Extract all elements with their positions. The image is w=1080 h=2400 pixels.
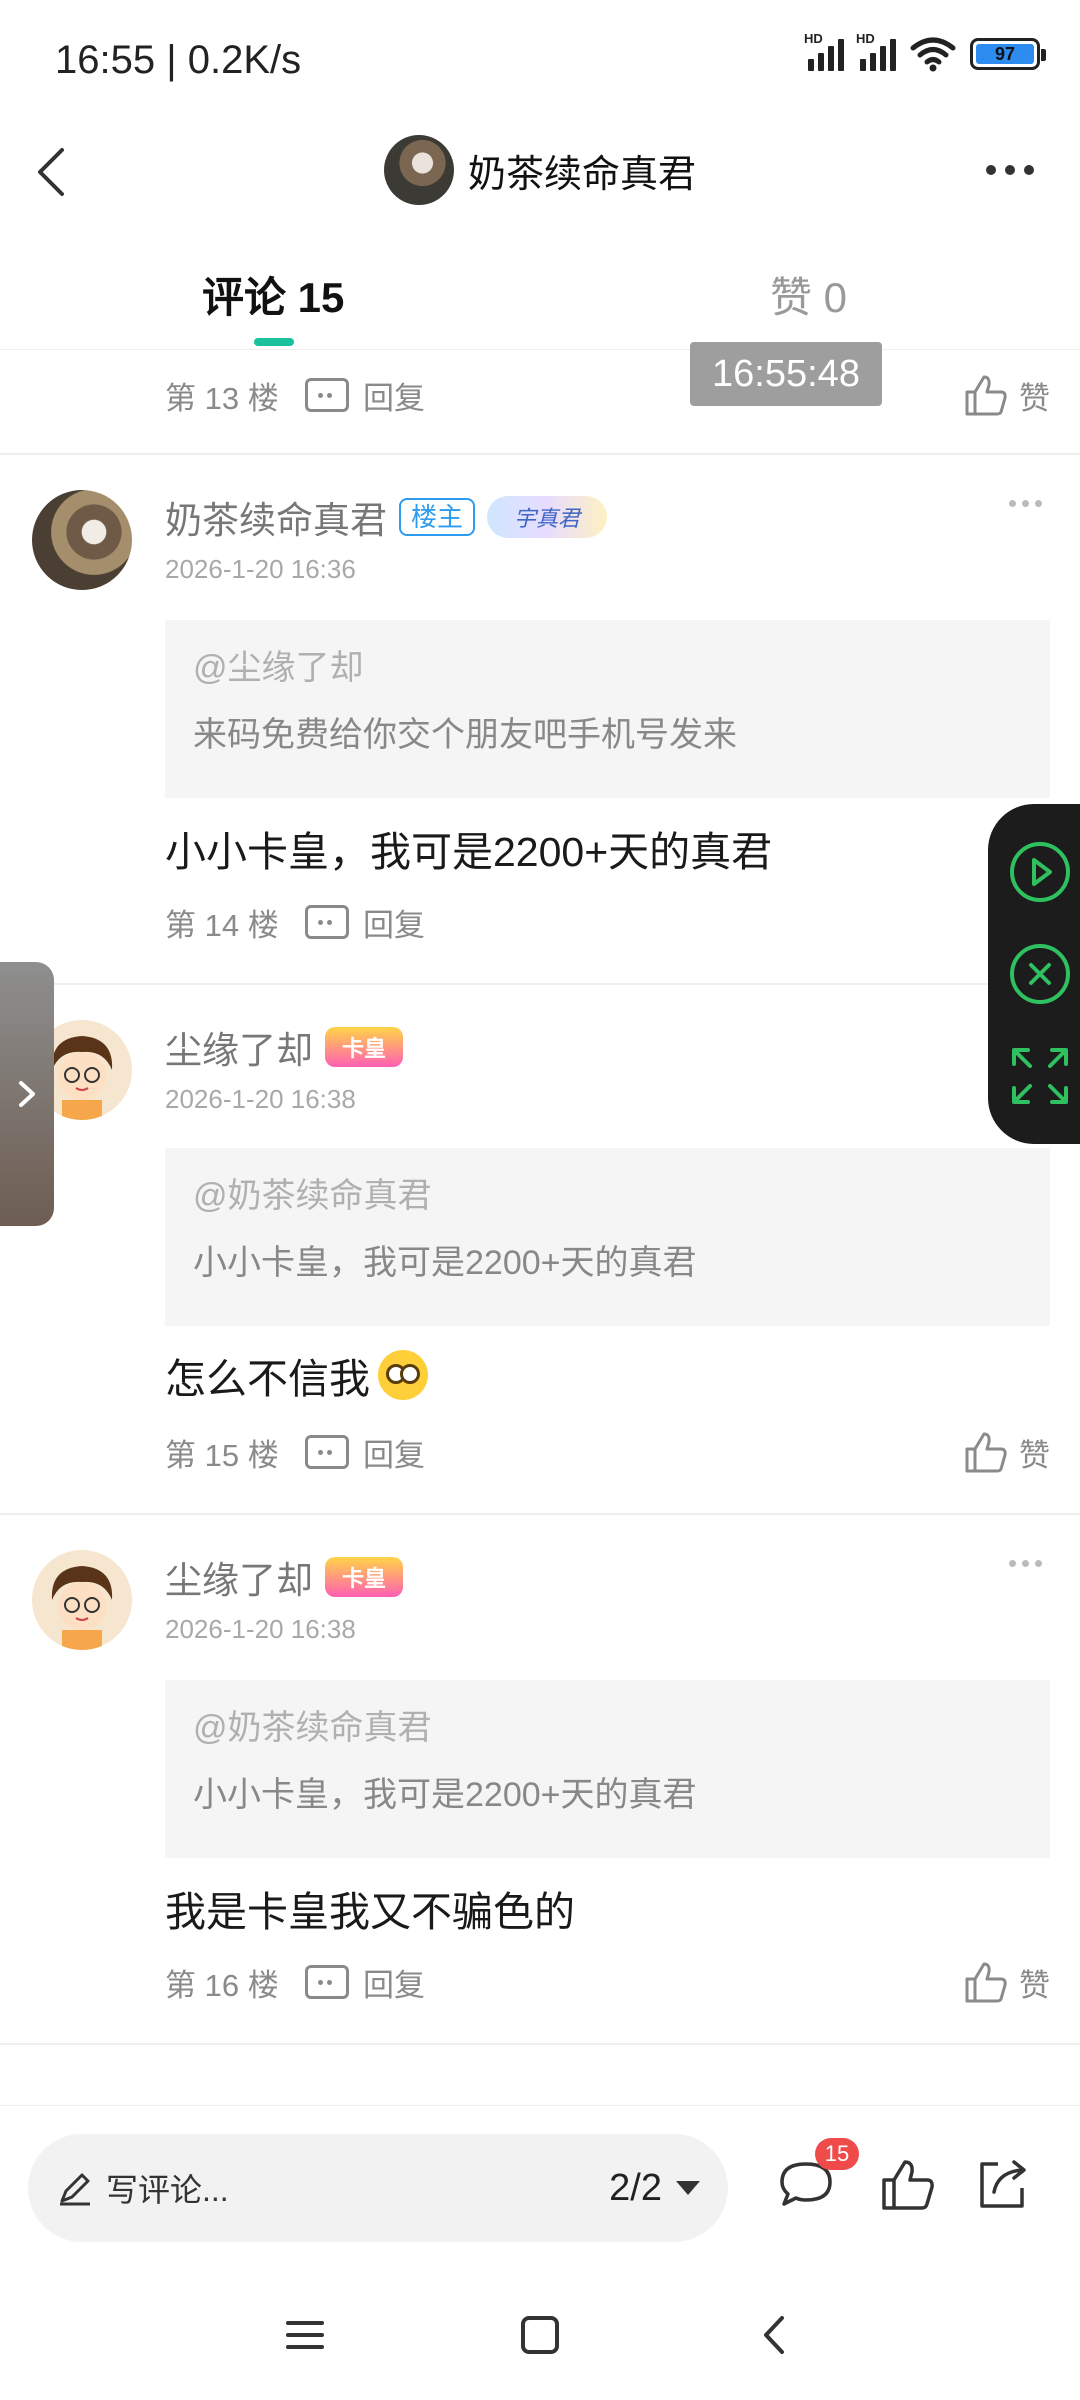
status-bar: 16:55 | 0.2K/s HD HD 97 <box>0 0 1080 120</box>
quote-text: 小小卡皇，我可是2200+天的真君 <box>193 1776 697 1814</box>
comment-time: 2026-1-20 16:38 <box>165 1084 356 1114</box>
comment-text: 小小卡皇，我可是2200+天的真君 <box>165 829 773 875</box>
floor-number: 第 14 楼 <box>165 907 279 943</box>
comment-footer: 第 13 楼 回复 赞 <box>165 365 1050 425</box>
signal-icon: HD <box>856 31 896 71</box>
system-navigation-bar <box>0 2280 1080 2390</box>
tab-comments[interactable]: 评论 15 <box>202 264 344 325</box>
comment-count-badge: 15 <box>815 2138 859 2170</box>
reply-icon <box>305 1965 349 1999</box>
quote-text: 来码免费给你交个朋友吧手机号发来 <box>193 716 737 754</box>
thumbs-up-icon <box>965 1962 1007 2003</box>
username[interactable]: 尘缘了却 <box>165 1020 313 1074</box>
wifi-icon <box>910 37 956 72</box>
like-button[interactable]: 赞 <box>963 372 1050 418</box>
comment-footer: 第 16 楼 回复 赞 <box>165 1952 1050 2012</box>
play-button[interactable] <box>1008 840 1072 904</box>
header-user[interactable]: 奶茶续命真君 <box>0 120 1080 220</box>
battery-level: 97 <box>994 43 1016 64</box>
cartoon-avatar-icon <box>51 1566 113 1650</box>
reply-button[interactable]: 回复 <box>305 373 425 418</box>
status-icons: HD HD 97 <box>804 31 1046 72</box>
close-button[interactable] <box>1008 942 1072 1006</box>
quote-user: @奶茶续命真君 <box>193 1709 432 1747</box>
owner-badge: 楼主 <box>399 498 476 536</box>
dropdown-triangle-icon <box>676 2181 700 2195</box>
reply-button[interactable]: 回复 <box>305 1960 425 2005</box>
comment-text: 我是卡皇我又不骗色的 <box>165 1889 575 1935</box>
write-comment-placeholder: 写评论... <box>106 2172 229 2208</box>
floor-number: 第 16 楼 <box>165 1967 279 2003</box>
share-icon[interactable] <box>972 2154 1032 2214</box>
reply-icon <box>305 1435 349 1469</box>
comment-header: 尘缘了却 卡皇 <box>165 1020 403 1074</box>
comment-header: 尘缘了却 卡皇 <box>165 1550 403 1604</box>
tab-bar: 评论 15 赞 0 <box>0 240 1080 350</box>
quote-user: @奶茶续命真君 <box>193 1177 432 1215</box>
side-expand-handle[interactable] <box>0 962 54 1226</box>
write-comment-input[interactable]: 写评论... 2/2 <box>28 2134 728 2242</box>
battery-icon: 97 <box>970 38 1046 70</box>
tab-likes[interactable]: 赞 0 <box>770 264 847 325</box>
avatar[interactable] <box>383 135 454 205</box>
comment-footer: 第 15 楼 回复 赞 <box>165 1422 1050 1482</box>
page-selector[interactable]: 2/2 <box>609 2167 700 2210</box>
bottom-bar: 写评论... 2/2 15 <box>0 2105 1080 2265</box>
home-icon[interactable] <box>515 2310 565 2360</box>
fan-badge: 宇真君 <box>487 496 608 538</box>
username[interactable]: 奶茶续命真君 <box>165 490 387 544</box>
quote-user: @尘缘了却 <box>193 649 364 687</box>
floating-control-panel <box>988 804 1080 1144</box>
reply-button[interactable]: 回复 <box>305 1430 425 1475</box>
divider <box>0 453 1080 455</box>
floor-number: 第 13 楼 <box>165 380 279 416</box>
reply-button[interactable]: 回复 <box>305 900 425 945</box>
reply-icon <box>305 905 349 939</box>
surprised-emoji-icon <box>378 1350 428 1400</box>
comment-time: 2026-1-20 16:38 <box>165 1614 356 1644</box>
divider <box>0 983 1080 985</box>
comment-header: 奶茶续命真君 楼主 宇真君 <box>165 490 608 544</box>
comment-more-button[interactable] <box>1009 500 1042 507</box>
menu-icon[interactable] <box>280 2310 330 2360</box>
divider <box>0 1513 1080 1515</box>
comment-footer: 第 14 楼 回复 <box>165 892 1050 952</box>
crown-badge: 卡皇 <box>325 1027 403 1067</box>
avatar[interactable] <box>32 490 132 590</box>
fullscreen-icon[interactable] <box>1008 1044 1072 1108</box>
quoted-comment[interactable]: @奶茶续命真君 小小卡皇，我可是2200+天的真君 <box>165 1680 1050 1858</box>
thumbs-up-icon <box>965 1432 1007 1473</box>
crown-badge: 卡皇 <box>325 1557 403 1597</box>
reply-icon <box>305 378 349 412</box>
header: 奶茶续命真君 <box>0 120 1080 230</box>
floor-number: 第 15 楼 <box>165 1437 279 1473</box>
quoted-comment[interactable]: @奶茶续命真君 小小卡皇，我可是2200+天的真君 <box>165 1148 1050 1326</box>
username[interactable]: 尘缘了却 <box>165 1550 313 1604</box>
chevron-right-icon <box>19 1081 35 1107</box>
comment-time: 2026-1-20 16:36 <box>165 554 356 584</box>
thumbs-up-icon <box>965 375 1007 416</box>
signal-icon: HD <box>804 31 844 71</box>
more-options-button[interactable] <box>980 150 1040 190</box>
thumbs-up-icon[interactable] <box>878 2154 938 2214</box>
divider <box>0 2043 1080 2045</box>
quoted-comment[interactable]: @尘缘了却 来码免费给你交个朋友吧手机号发来 <box>165 620 1050 798</box>
like-button[interactable]: 赞 <box>963 1959 1050 2005</box>
comment-more-button[interactable] <box>1009 1560 1042 1567</box>
status-time: 16:55 | 0.2K/s <box>55 38 302 82</box>
tab-indicator <box>254 338 294 346</box>
avatar[interactable] <box>32 1550 132 1650</box>
like-button[interactable]: 赞 <box>963 1429 1050 1475</box>
pencil-icon <box>60 2173 90 2206</box>
page-title: 奶茶续命真君 <box>467 153 696 196</box>
quote-text: 小小卡皇，我可是2200+天的真君 <box>193 1244 697 1282</box>
comment-text: 怎么不信我 <box>165 1345 428 1405</box>
back-nav-icon[interactable] <box>750 2310 800 2360</box>
